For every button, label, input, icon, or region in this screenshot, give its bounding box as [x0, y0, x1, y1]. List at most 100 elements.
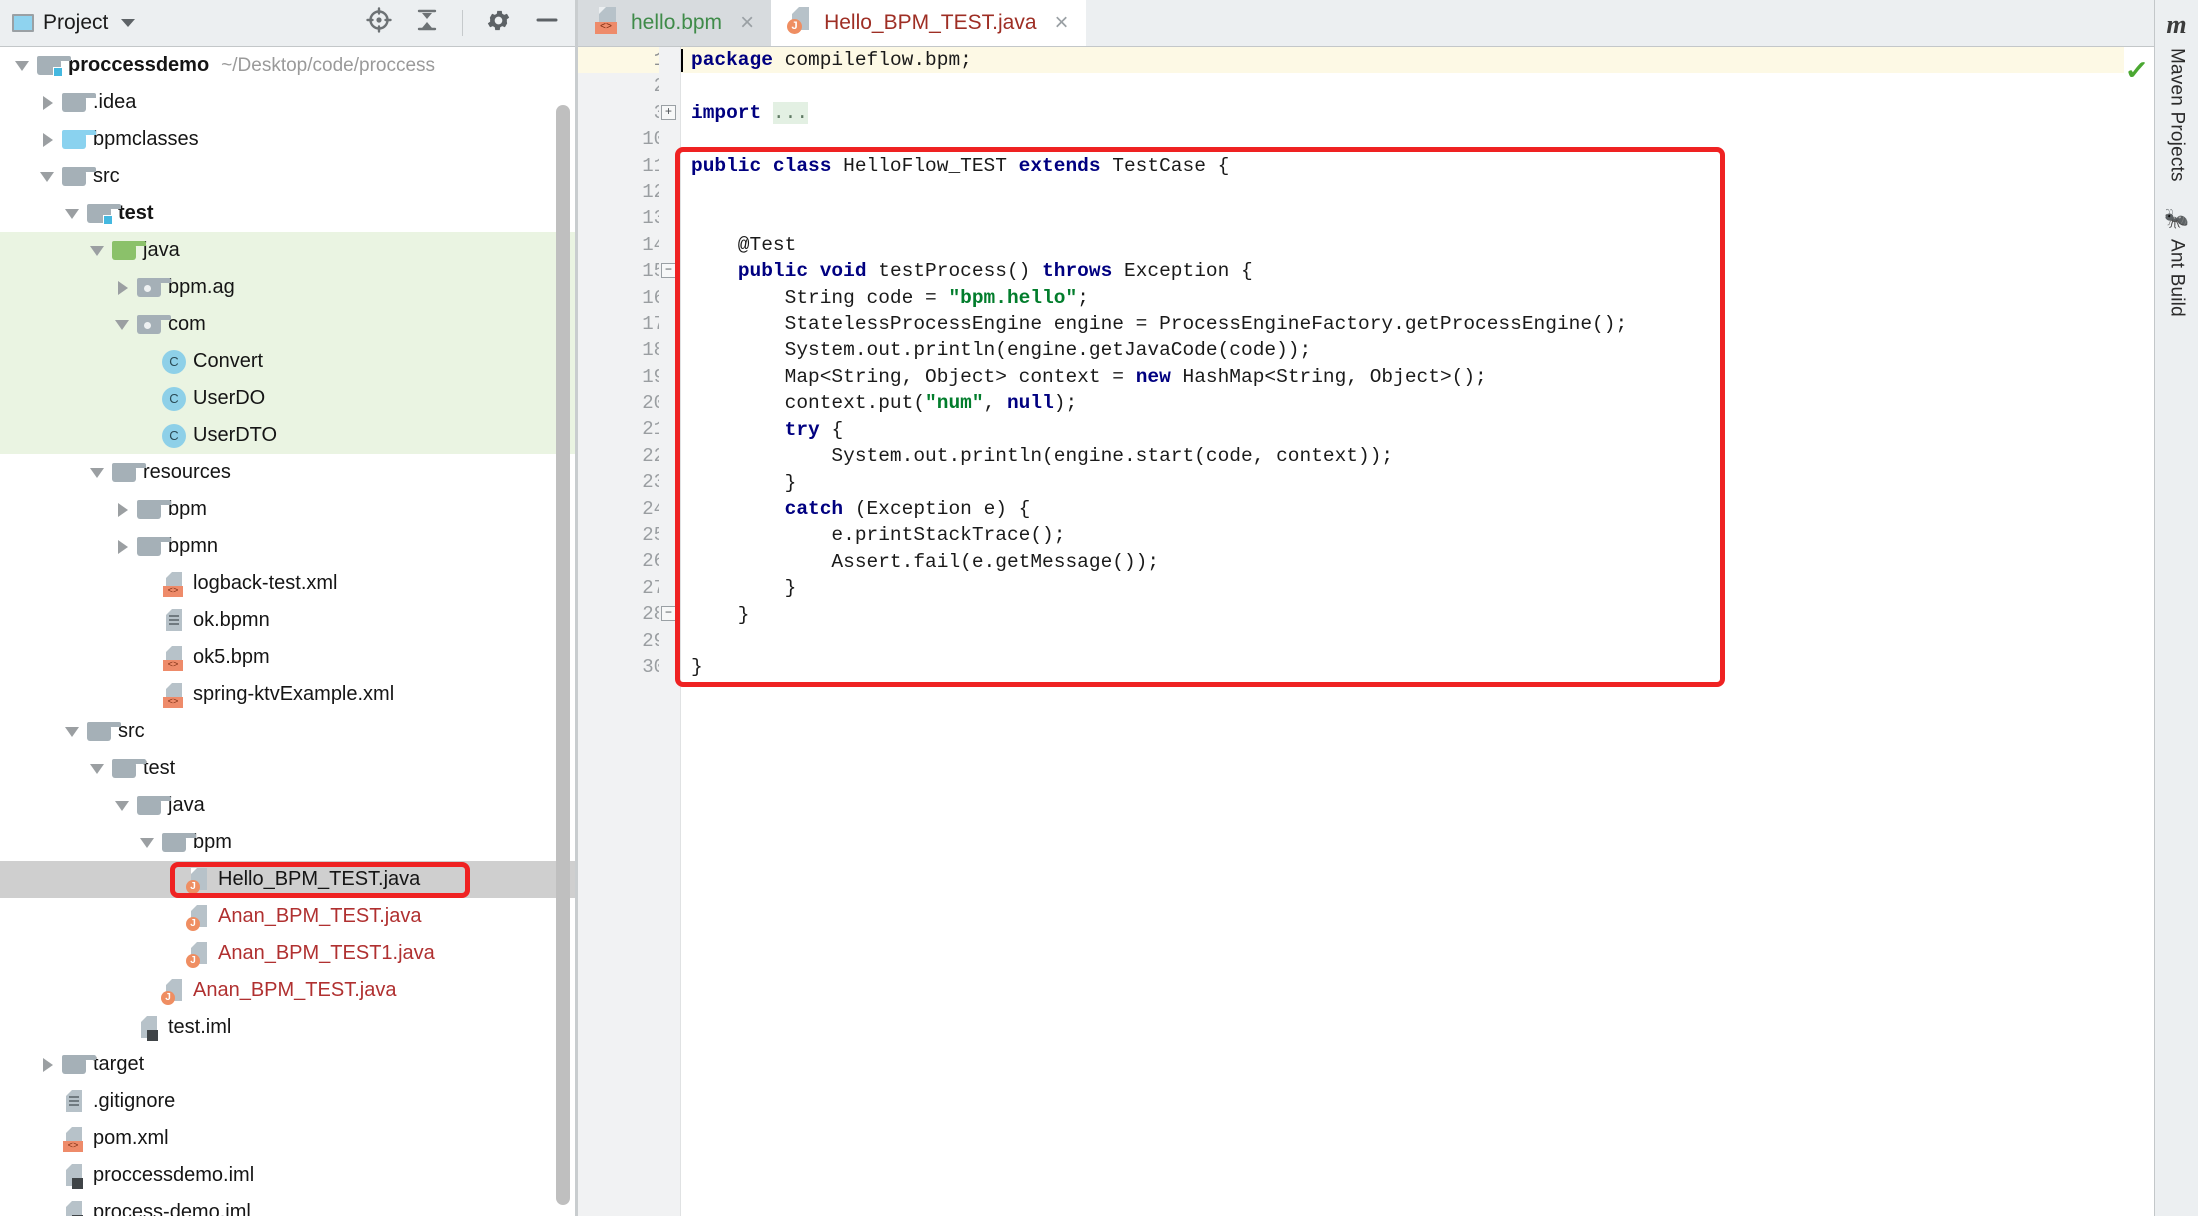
chevron-down-icon[interactable]: [87, 758, 109, 780]
fold-collapse-icon[interactable]: −: [661, 263, 676, 278]
tree-node--gitignore[interactable]: .gitignore: [0, 1083, 578, 1120]
java-file-icon: J: [788, 6, 812, 40]
tree-node-bpmn[interactable]: bpmn: [0, 528, 578, 565]
chevron-right-icon[interactable]: [112, 499, 134, 521]
java-file-icon: J: [188, 867, 210, 893]
tree-node-anan-bpm-test-java[interactable]: JAnan_BPM_TEST.java: [0, 972, 578, 1009]
tree-node-pom-xml[interactable]: <>pom.xml: [0, 1120, 578, 1157]
tree-node-label: proccessdemo: [68, 54, 209, 77]
class-icon: C: [162, 350, 186, 374]
tree-node-ok5-bpm[interactable]: <>ok5.bpm: [0, 639, 578, 676]
tree-node-proccessdemo-iml[interactable]: proccessdemo.iml: [0, 1157, 578, 1194]
tree-node-src[interactable]: src: [0, 713, 578, 750]
tree-node-userdo[interactable]: CUserDO: [0, 380, 578, 417]
chevron-down-icon[interactable]: [62, 721, 84, 743]
chevron-down-icon[interactable]: [137, 832, 159, 854]
tree-node-hello-bpm-test-java[interactable]: JHello_BPM_TEST.java: [0, 861, 578, 898]
tree-node-com[interactable]: com: [0, 306, 578, 343]
tree-node-icon: [134, 1015, 164, 1041]
tree-node-src[interactable]: src: [0, 158, 578, 195]
editor-tab-hello-bpm-test-java[interactable]: J Hello_BPM_TEST.java ×: [771, 0, 1085, 46]
tree-node-bpmclasses[interactable]: bpmclasses: [0, 121, 578, 158]
ant-build-button[interactable]: 🐜 Ant Build: [2164, 206, 2189, 317]
fold-gutter[interactable]: + − −: [659, 47, 681, 1216]
idea-window: Project proccessdemo~/Deskto: [0, 0, 2198, 1216]
tree-node-bpm[interactable]: bpm: [0, 824, 578, 861]
tree-node-label: spring-ktvExample.xml: [193, 683, 394, 706]
class-icon: C: [162, 424, 186, 448]
tree-node--idea[interactable]: .idea: [0, 84, 578, 121]
tree-node-anan-bpm-test1-java[interactable]: JAnan_BPM_TEST1.java: [0, 935, 578, 972]
editor-tab-hello-bpm[interactable]: <> hello.bpm ×: [578, 0, 771, 46]
code-text-area[interactable]: package compileflow.bpm; import ... publ…: [681, 47, 2124, 1216]
chevron-down-icon[interactable]: [62, 203, 84, 225]
project-tree[interactable]: proccessdemo~/Desktop/code/proccess.idea…: [0, 47, 578, 1216]
chevron-down-icon[interactable]: [87, 462, 109, 484]
chevron-down-icon[interactable]: [37, 166, 59, 188]
settings-gear-icon[interactable]: [485, 7, 512, 40]
chevron-down-icon[interactable]: [121, 19, 135, 27]
tree-node-java[interactable]: java: [0, 232, 578, 269]
tree-node-anan-bpm-test-java[interactable]: JAnan_BPM_TEST.java: [0, 898, 578, 935]
editor-tab-label: Hello_BPM_TEST.java: [824, 11, 1036, 35]
tree-node-ok-bpmn[interactable]: ok.bpmn: [0, 602, 578, 639]
chevron-right-icon[interactable]: [112, 277, 134, 299]
source-code: package compileflow.bpm; import ... publ…: [691, 47, 2124, 681]
chevron-down-icon[interactable]: [112, 795, 134, 817]
tree-node-bpm[interactable]: bpm: [0, 491, 578, 528]
close-icon[interactable]: ×: [1055, 11, 1069, 35]
code-editor[interactable]: 1231011121314151617181920212223242526272…: [578, 47, 2154, 1216]
chevron-right-icon[interactable]: [37, 92, 59, 114]
tree-node-test[interactable]: test: [0, 750, 578, 787]
folder-icon: [137, 500, 161, 519]
tree-node-logback-test-xml[interactable]: <>logback-test.xml: [0, 565, 578, 602]
chevron-down-icon[interactable]: [112, 314, 134, 336]
source-folder-icon: [112, 241, 136, 260]
chevron-right-icon[interactable]: [112, 536, 134, 558]
tree-node-test[interactable]: test: [0, 195, 578, 232]
fold-collapse-icon[interactable]: −: [661, 606, 676, 621]
project-tree-scrollbar[interactable]: [556, 105, 570, 1205]
tree-node-test-iml[interactable]: test.iml: [0, 1009, 578, 1046]
tree-node-spring-ktvexample-xml[interactable]: <>spring-ktvExample.xml: [0, 676, 578, 713]
tree-node-icon: [159, 833, 189, 852]
tree-node-proccessdemo[interactable]: proccessdemo~/Desktop/code/proccess: [0, 47, 578, 84]
tree-node-bpm-ag[interactable]: bpm.ag: [0, 269, 578, 306]
project-title-group[interactable]: Project: [12, 11, 135, 35]
tree-spacer: [162, 869, 184, 891]
maven-projects-button[interactable]: m Maven Projects: [2166, 10, 2188, 182]
tree-spacer: [137, 647, 159, 669]
chevron-right-icon[interactable]: [37, 129, 59, 151]
inspection-ok-icon[interactable]: ✓: [2125, 55, 2150, 86]
tree-node-icon: [59, 1200, 89, 1216]
editor-marker-strip[interactable]: ✓: [2124, 47, 2154, 1216]
tree-node-target[interactable]: target: [0, 1046, 578, 1083]
hide-icon[interactable]: [534, 7, 560, 39]
chevron-right-icon[interactable]: [37, 1054, 59, 1076]
tree-node-java[interactable]: java: [0, 787, 578, 824]
folder-icon: [62, 130, 86, 149]
class-icon: C: [162, 387, 186, 411]
close-icon[interactable]: ×: [740, 11, 754, 35]
tree-node-label: src: [93, 165, 120, 188]
tree-spacer: [137, 980, 159, 1002]
tree-node-label: bpm.ag: [168, 276, 235, 299]
tree-node-process-demo-iml[interactable]: process-demo.iml: [0, 1194, 578, 1216]
chevron-down-icon[interactable]: [12, 55, 34, 77]
tree-spacer: [137, 610, 159, 632]
tree-node-label: Anan_BPM_TEST1.java: [218, 942, 435, 965]
tree-node-userdto[interactable]: CUserDTO: [0, 417, 578, 454]
tree-node-label: process-demo.iml: [93, 1201, 251, 1216]
project-panel-toolbar: Project: [0, 0, 578, 47]
line-number-gutter: 1231011121314151617181920212223242526272…: [578, 47, 681, 1216]
folder-icon: [112, 463, 136, 482]
fold-expand-icon[interactable]: +: [661, 105, 676, 120]
chevron-down-icon[interactable]: [87, 240, 109, 262]
tree-node-icon: [84, 722, 114, 741]
locate-icon[interactable]: [366, 7, 392, 39]
text-file-icon: [163, 608, 185, 634]
tree-node-resources[interactable]: resources: [0, 454, 578, 491]
collapse-all-icon[interactable]: [414, 7, 440, 39]
tree-node-convert[interactable]: CConvert: [0, 343, 578, 380]
tree-spacer: [137, 684, 159, 706]
